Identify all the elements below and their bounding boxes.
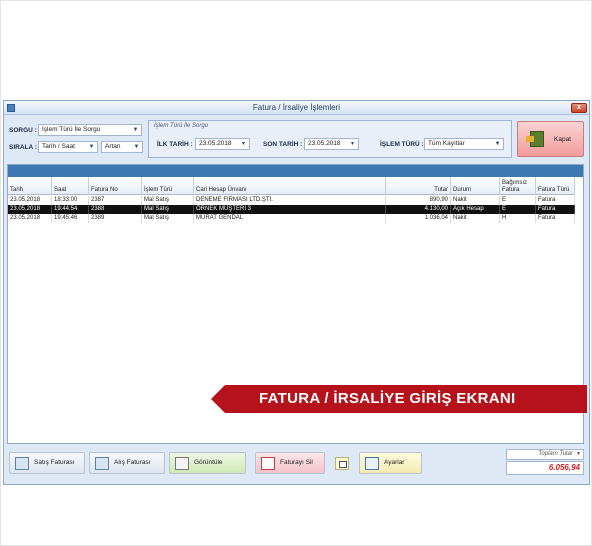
islem-turu-select[interactable]: Tüm Kayıtlar ▼ bbox=[424, 138, 504, 150]
cell-tutar: 890,90 bbox=[386, 196, 451, 205]
chevron-down-icon[interactable]: ▾ bbox=[348, 140, 357, 148]
column-header-saat[interactable]: Saat bbox=[52, 177, 89, 195]
alis-faturasi-button[interactable]: Alış Faturası bbox=[89, 452, 165, 474]
table-row[interactable]: 23.05.2018 18:33:00 2387 Mal Satış DENEM… bbox=[8, 196, 575, 205]
cell-islem-turu: Mal Satış bbox=[142, 205, 194, 214]
cell-islem-turu: Mal Satış bbox=[142, 196, 194, 205]
cell-tutar: 1.036,04 bbox=[386, 214, 451, 223]
chevron-down-icon[interactable]: ▼ bbox=[87, 143, 96, 151]
exit-door-icon bbox=[526, 131, 544, 147]
chevron-down-icon[interactable]: ▼ bbox=[493, 140, 502, 148]
column-header-islem-turu[interactable]: İşlem Türü bbox=[142, 177, 194, 195]
cell-bagimsiz-fatura: H bbox=[500, 214, 536, 223]
invoice-in-icon bbox=[95, 457, 109, 470]
total-value: 6.056,94 bbox=[506, 461, 584, 475]
window-title: Fatura / İrsaliye İşlemleri bbox=[252, 103, 341, 112]
invoice-out-icon bbox=[15, 457, 29, 470]
cell-cari-hesap: ÖRNEK MÜŞTERİ 3 bbox=[194, 205, 386, 214]
sirala-label: SIRALA : bbox=[9, 144, 37, 151]
table-row[interactable]: 23.05.2018 19:45:46 2389 Mal Satış MURAT… bbox=[8, 214, 575, 223]
ayarlar-button[interactable]: Ayarlar bbox=[359, 452, 422, 474]
satis-faturasi-button[interactable]: Satış Faturası bbox=[9, 452, 85, 474]
cell-bagimsiz-fatura: E bbox=[500, 196, 536, 205]
banner-text: FATURA / İRSALİYE GİRİŞ EKRANI bbox=[259, 390, 516, 407]
islem-turu-label: İŞLEM TÜRÜ : bbox=[380, 141, 424, 148]
cell-fatura-turu: Fatura bbox=[536, 196, 575, 205]
kapat-label: Kapat bbox=[554, 136, 571, 143]
delete-invoice-icon bbox=[261, 457, 275, 470]
column-header-fatura-turu[interactable]: Fatura Türü bbox=[536, 177, 575, 195]
cell-saat: 19:45:46 bbox=[52, 214, 89, 223]
cell-tarih: 23.05.2018 bbox=[8, 205, 52, 214]
cell-fatura-no: 2388 bbox=[89, 205, 142, 214]
sorgu-label: SORGU : bbox=[9, 127, 37, 134]
cell-tarih: 23.05.2018 bbox=[8, 196, 52, 205]
faturayi-sil-label: Faturayı Sil bbox=[280, 459, 313, 466]
sirala-value: Tarih / Saat bbox=[42, 143, 75, 150]
cell-fatura-turu: Fatura bbox=[536, 205, 575, 214]
alis-faturasi-label: Alış Faturası bbox=[114, 459, 151, 466]
cell-fatura-turu: Fatura bbox=[536, 214, 575, 223]
close-button[interactable]: x bbox=[571, 103, 587, 113]
cell-durum: Nakit bbox=[451, 214, 500, 223]
settings-icon bbox=[365, 457, 379, 470]
cell-saat: 18:33:00 bbox=[52, 196, 89, 205]
cell-fatura-no: 2387 bbox=[89, 196, 142, 205]
column-header-durum[interactable]: Durum bbox=[451, 177, 500, 195]
cell-islem-turu: Mal Satış bbox=[142, 214, 194, 223]
sorgu-select[interactable]: İşlem Türü İle Sorgu ▼ bbox=[38, 124, 142, 136]
column-header-bagimsiz-fatura[interactable]: Bağımsız Fatura bbox=[500, 177, 536, 195]
column-header-cari-hesap[interactable]: Cari Hesap Ünvanı bbox=[194, 177, 386, 195]
son-tarih-label: SON TARİH : bbox=[263, 141, 303, 148]
sirala-order-select[interactable]: Artan ▼ bbox=[101, 141, 143, 153]
cell-cari-hesap: DENEME FİRMASI LTD.ŞTİ. bbox=[194, 196, 386, 205]
cell-saat: 19:44:54 bbox=[52, 205, 89, 214]
cell-fatura-no: 2389 bbox=[89, 214, 142, 223]
option-checkbox[interactable] bbox=[335, 457, 349, 470]
goruntule-button[interactable]: Görüntüle bbox=[169, 452, 246, 474]
chevron-down-icon[interactable]: ▼ bbox=[132, 143, 141, 151]
total-label: Toplam Tutar bbox=[538, 451, 573, 457]
chevron-down-icon[interactable]: ▼ bbox=[131, 126, 140, 134]
son-tarih-value: 23.05.2018 bbox=[308, 140, 341, 147]
ayarlar-label: Ayarlar bbox=[384, 459, 405, 466]
column-header-tarih[interactable]: Tarih bbox=[8, 177, 52, 195]
total-label-select[interactable]: Toplam Tutar ▼ bbox=[506, 449, 584, 460]
column-header-fatura-no[interactable]: Fatura No bbox=[89, 177, 142, 195]
sirala-order-value: Artan bbox=[105, 143, 121, 150]
grid-header: Tarih Saat Fatura No İşlem Türü Cari Hes… bbox=[8, 177, 575, 195]
ilk-tarih-label: İLK TARİH : bbox=[157, 141, 193, 148]
goruntule-label: Görüntüle bbox=[194, 459, 223, 466]
cell-bagimsiz-fatura: E bbox=[500, 205, 536, 214]
app-icon bbox=[7, 104, 15, 112]
window-titlebar: Fatura / İrsaliye İşlemleri x bbox=[4, 101, 589, 115]
promo-banner: FATURA / İRSALİYE GİRİŞ EKRANI bbox=[211, 385, 587, 413]
son-tarih-picker[interactable]: 23.05.2018 ▾ bbox=[304, 138, 359, 150]
sorgu-value: İşlem Türü İle Sorgu bbox=[42, 126, 101, 133]
islem-turu-value: Tüm Kayıtlar bbox=[428, 140, 465, 147]
satis-faturasi-label: Satış Faturası bbox=[34, 459, 75, 466]
magnifier-icon bbox=[175, 457, 189, 470]
sirala-select[interactable]: Tarih / Saat ▼ bbox=[38, 141, 98, 153]
ilk-tarih-picker[interactable]: 23.05.2018 ▾ bbox=[195, 138, 250, 150]
cell-durum: Açık Hesap bbox=[451, 205, 500, 214]
grid-group-band bbox=[8, 165, 583, 177]
chevron-down-icon[interactable]: ▼ bbox=[576, 450, 581, 459]
cell-durum: Nakit bbox=[451, 196, 500, 205]
group-caption: İşlem Türü İle Sorgu bbox=[154, 123, 209, 129]
faturayi-sil-button[interactable]: Faturayı Sil bbox=[255, 452, 325, 474]
cell-tutar: 4.130,00 bbox=[386, 205, 451, 214]
ilk-tarih-value: 23.05.2018 bbox=[199, 140, 232, 147]
chevron-down-icon[interactable]: ▾ bbox=[239, 140, 248, 148]
table-row-selected[interactable]: 23.05.2018 19:44:54 2388 Mal Satış ÖRNEK… bbox=[8, 205, 575, 214]
column-header-tutar[interactable]: Tutar bbox=[386, 177, 451, 195]
cell-cari-hesap: MURAT GENDAL bbox=[194, 214, 386, 223]
cell-tarih: 23.05.2018 bbox=[8, 214, 52, 223]
kapat-button[interactable]: Kapat bbox=[517, 121, 584, 157]
